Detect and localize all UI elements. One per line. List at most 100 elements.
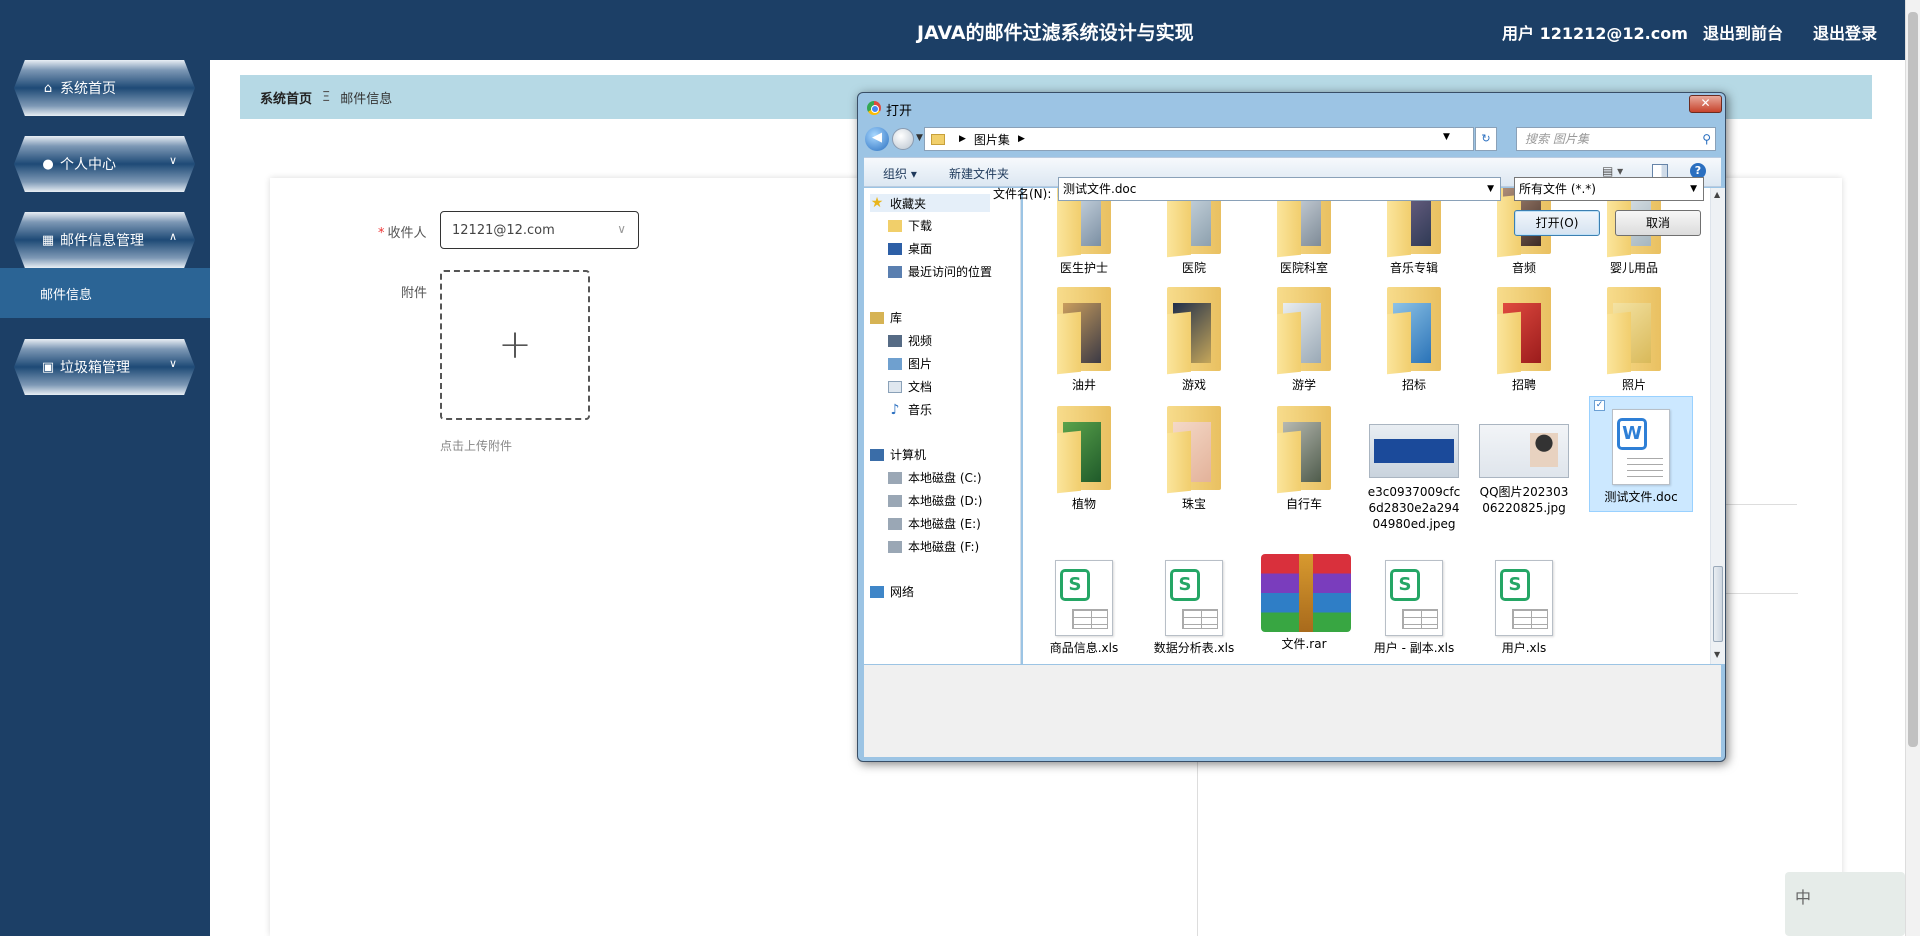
file-item[interactable]: 照片 bbox=[1591, 283, 1677, 393]
nav-documents[interactable]: 文档 bbox=[888, 378, 932, 395]
upload-button[interactable]: + bbox=[440, 270, 590, 420]
disk-icon bbox=[888, 540, 902, 553]
nav-pictures[interactable]: 图片 bbox=[888, 355, 932, 372]
nav-network[interactable]: 网络 bbox=[870, 583, 914, 600]
nav-disk-c[interactable]: 本地磁盘 (C:) bbox=[888, 469, 982, 486]
file-name: 数据分析表.xls bbox=[1153, 641, 1235, 655]
filename-input[interactable]: 测试文件.doc ▼ bbox=[1058, 177, 1501, 201]
nav-computer[interactable]: 计算机 bbox=[870, 446, 926, 463]
scroll-up-icon[interactable]: ▲ bbox=[1714, 190, 1720, 199]
dialog-close-button[interactable]: ✕ bbox=[1689, 95, 1722, 113]
nav-disk-e[interactable]: 本地磁盘 (E:) bbox=[888, 515, 981, 532]
file-item[interactable]: S 用户.xls bbox=[1481, 548, 1567, 656]
page-scrollbar[interactable] bbox=[1905, 0, 1920, 936]
forward-button[interactable] bbox=[892, 128, 914, 150]
organize-button[interactable]: 组织 ▾ bbox=[883, 165, 917, 182]
file-item[interactable]: 文件.rar bbox=[1261, 548, 1351, 652]
breadcrumb-home[interactable]: 系统首页 bbox=[260, 88, 312, 107]
logout-link[interactable]: 退出登录 bbox=[1813, 20, 1877, 44]
chevron-down-icon: ∨ bbox=[168, 154, 177, 167]
preview-pane-icon[interactable] bbox=[1652, 164, 1668, 178]
ime-mode: 中 bbox=[1795, 888, 1812, 907]
file-name: 音频 bbox=[1511, 261, 1536, 275]
address-dropdown-icon[interactable]: ▼ bbox=[1443, 132, 1450, 142]
history-dropdown-icon[interactable]: ▼ bbox=[916, 133, 923, 143]
checkbox-checked-icon[interactable]: ✓ bbox=[1594, 400, 1605, 411]
nav-sub-mail-info-label: 邮件信息 bbox=[40, 287, 93, 303]
attachment-label: 附件 bbox=[401, 286, 428, 301]
file-name: 用户 - 副本.xls bbox=[1373, 641, 1455, 655]
file-item[interactable]: 医院科室 bbox=[1261, 188, 1347, 276]
excel-icon: S bbox=[1385, 560, 1443, 636]
address-path[interactable]: 图片集 bbox=[974, 131, 1010, 148]
chevron-down-icon: ∨ bbox=[617, 222, 626, 236]
nav-disk-d[interactable]: 本地磁盘 (D:) bbox=[888, 492, 982, 509]
nav-mail-management[interactable]: ▦ 邮件信息管理 ∧ bbox=[14, 212, 195, 268]
disk-icon bbox=[888, 517, 902, 530]
recipient-value: 12121@12.com bbox=[452, 222, 555, 238]
recipient-label: * 收件人 bbox=[378, 222, 427, 241]
nav-sub-mail-info[interactable]: 邮件信息 bbox=[0, 268, 210, 318]
nav-disk-f[interactable]: 本地磁盘 (F:) bbox=[888, 538, 979, 555]
file-name: 商品信息.xls bbox=[1049, 641, 1119, 655]
file-item[interactable]: e3c0937009cfc6d2830e2a29404980ed.jpeg bbox=[1366, 402, 1462, 532]
nav-trash-management[interactable]: ▣ 垃圾箱管理 ∨ bbox=[14, 339, 195, 395]
file-item[interactable]: 珠宝 bbox=[1151, 402, 1237, 512]
file-name: 用户.xls bbox=[1501, 641, 1547, 655]
back-button[interactable]: ◀ bbox=[865, 127, 889, 151]
file-item[interactable]: S 商品信息.xls bbox=[1041, 548, 1127, 656]
file-item[interactable]: 油井 bbox=[1041, 283, 1127, 393]
search-input[interactable]: 搜索 图片集 ⚲ bbox=[1516, 127, 1716, 151]
cancel-button[interactable]: 取消 bbox=[1615, 210, 1701, 236]
refresh-button[interactable]: ↻ bbox=[1475, 127, 1497, 151]
file-name: 招聘 bbox=[1511, 378, 1536, 392]
file-item[interactable]: S 用户 - 副本.xls bbox=[1366, 548, 1462, 656]
upload-hint: 点击上传附件 bbox=[440, 439, 513, 453]
scroll-down-icon[interactable]: ▼ bbox=[1714, 650, 1720, 659]
new-folder-button[interactable]: 新建文件夹 bbox=[949, 165, 1009, 182]
file-item[interactable]: 音乐专辑 bbox=[1371, 188, 1457, 276]
nav-videos[interactable]: 视频 bbox=[888, 332, 932, 349]
file-item-selected[interactable]: ✓ W 测试文件.doc bbox=[1589, 396, 1693, 512]
file-item[interactable]: 游戏 bbox=[1151, 283, 1237, 393]
nav-recent[interactable]: 最近访问的位置 bbox=[888, 263, 992, 280]
file-name: 音乐专辑 bbox=[1389, 261, 1438, 275]
file-list-scrollbar[interactable]: ▲ ▼ bbox=[1710, 188, 1725, 664]
file-item[interactable]: 医院 bbox=[1151, 188, 1237, 276]
view-options-icon[interactable]: ▤ ▾ bbox=[1602, 164, 1623, 178]
file-item[interactable]: 植物 bbox=[1041, 402, 1127, 512]
file-item[interactable]: S 数据分析表.xls bbox=[1151, 548, 1237, 656]
nav-downloads[interactable]: 下载 bbox=[888, 217, 932, 234]
open-button[interactable]: 打开(O) bbox=[1514, 210, 1600, 236]
nav-personal-center[interactable]: ● 个人中心 ∨ bbox=[14, 136, 195, 192]
nav-recent-label: 最近访问的位置 bbox=[908, 265, 993, 279]
ime-widget[interactable]: 中 bbox=[1785, 872, 1905, 936]
file-item[interactable]: 游学 bbox=[1261, 283, 1347, 393]
file-item[interactable]: 招标 bbox=[1371, 283, 1457, 393]
dropdown-arrow-icon[interactable]: ▼ bbox=[1690, 178, 1697, 200]
file-item[interactable]: QQ图片20230306220825.jpg bbox=[1476, 402, 1572, 516]
recipient-select[interactable]: 12121@12.com ∨ bbox=[440, 211, 639, 249]
dropdown-arrow-icon[interactable]: ▼ bbox=[1487, 178, 1494, 200]
file-type-select[interactable]: 所有文件 (*.*) ▼ bbox=[1514, 177, 1704, 201]
page-scrollbar-thumb[interactable] bbox=[1908, 12, 1918, 747]
file-name: 游戏 bbox=[1181, 378, 1206, 392]
nav-library[interactable]: 库 bbox=[870, 309, 902, 326]
folder-icon bbox=[931, 133, 945, 145]
sidebar: ⌂ 系统首页 ● 个人中心 ∨ ▦ 邮件信息管理 ∧ 邮件信息 ▣ 垃圾箱管理 … bbox=[0, 0, 210, 936]
nav-disk-e-label: 本地磁盘 (E:) bbox=[908, 517, 981, 531]
nav-favorites[interactable]: ★ 收藏夹 bbox=[870, 194, 990, 212]
file-item[interactable]: 招聘 bbox=[1481, 283, 1567, 393]
excel-icon: S bbox=[1055, 560, 1113, 636]
to-front-link[interactable]: 退出到前台 bbox=[1703, 20, 1783, 44]
nav-home[interactable]: ⌂ 系统首页 bbox=[14, 60, 195, 116]
address-bar[interactable]: ▶ 图片集 ▶ ▼ bbox=[924, 127, 1474, 151]
file-item[interactable]: 医生护士 bbox=[1041, 188, 1127, 276]
excel-icon: S bbox=[1495, 560, 1553, 636]
file-list-scroll-thumb[interactable] bbox=[1713, 566, 1723, 642]
nav-mail-management-label: 邮件信息管理 bbox=[60, 233, 144, 249]
nav-music[interactable]: ♪ 音乐 bbox=[888, 401, 932, 418]
file-item[interactable]: 自行车 bbox=[1261, 402, 1347, 512]
filename-value: 测试文件.doc bbox=[1063, 182, 1137, 196]
nav-desktop[interactable]: 桌面 bbox=[888, 240, 932, 257]
